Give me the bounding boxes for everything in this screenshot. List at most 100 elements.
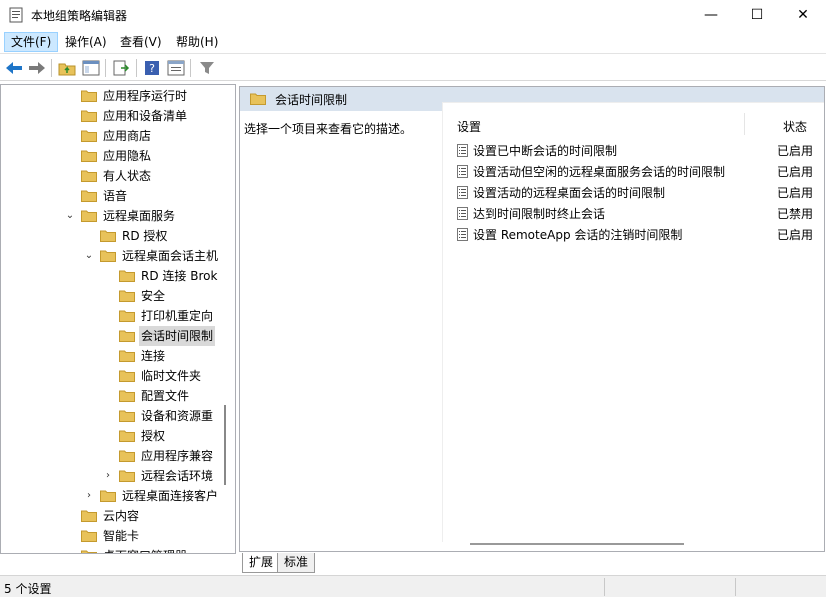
detail-header-title: 会话时间限制 <box>275 93 348 107</box>
menu-action[interactable]: 操作(A) <box>59 32 113 52</box>
policy-name: 设置 RemoteApp 会话的注销时间限制 <box>473 228 683 242</box>
properties-button[interactable] <box>166 58 186 78</box>
folder-icon <box>119 270 135 282</box>
minimize-button[interactable]: — <box>688 0 734 30</box>
status-bar: 5 个设置 <box>0 575 826 597</box>
tree-node[interactable]: 有人状态 <box>1 166 235 186</box>
folder-icon <box>119 330 135 342</box>
tab-standard[interactable]: 标准 <box>277 553 316 573</box>
tree-node[interactable]: ⌄ 远程桌面会话主机 <box>1 246 235 266</box>
collapse-arrow-icon[interactable]: › <box>65 546 75 553</box>
help-icon: ? <box>145 61 159 75</box>
maximize-button[interactable]: ☐ <box>734 0 780 30</box>
tree-node-label: 远程会话环境 <box>141 469 214 483</box>
window-title: 本地组策略编辑器 <box>31 9 128 23</box>
tree-node-label: 授权 <box>141 429 166 443</box>
tree-node[interactable]: 会话时间限制 <box>1 326 235 346</box>
folder-icon <box>100 230 116 242</box>
menu-help[interactable]: 帮助(H) <box>170 32 224 52</box>
tree-node[interactable]: 语音 <box>1 186 235 206</box>
tree-pane[interactable]: 应用程序运行时 应用和设备清单应用商店应用隐私有人状态语音 ⌄ 远程桌面服务 RD 授权… <box>0 84 236 554</box>
policy-row[interactable]: 设置活动但空闲的远程桌面服务会话的时间限制 已启用 <box>443 161 824 182</box>
up-folder-button[interactable] <box>57 58 77 78</box>
tree-vertical-scrollbar[interactable] <box>224 405 226 485</box>
title-bar: 本地组策略编辑器 — ☐ ✕ <box>0 0 826 30</box>
policy-row[interactable]: 设置已中断会话的时间限制 已启用 <box>443 140 824 161</box>
help-button[interactable]: ? <box>142 58 162 78</box>
tree-node[interactable]: › 远程桌面连接客户 <box>1 486 235 506</box>
tree-node[interactable]: 设备和资源重 <box>1 406 235 426</box>
policy-row[interactable]: 设置 RemoteApp 会话的注销时间限制 已启用 <box>443 224 824 245</box>
column-header-setting[interactable]: 设置 <box>457 118 481 135</box>
back-button[interactable] <box>4 58 24 78</box>
folder-icon <box>81 90 97 102</box>
tree-node-label: 应用商店 <box>103 129 152 143</box>
tree-node[interactable]: 临时文件夹 <box>1 366 235 386</box>
policy-state: 已启用 <box>777 186 814 200</box>
menu-file[interactable]: 文件(F) <box>4 32 59 52</box>
show-hide-tree-icon <box>82 60 100 76</box>
menu-view[interactable]: 查看(V) <box>114 32 168 52</box>
folder-icon <box>119 470 135 482</box>
folder-icon <box>81 510 97 522</box>
tree-node[interactable]: 云内容 <box>1 506 235 526</box>
tree-node-label: 应用隐私 <box>103 149 152 163</box>
back-icon <box>6 62 22 74</box>
expand-arrow-icon[interactable]: ⌄ <box>84 246 94 266</box>
tree-node[interactable]: 应用隐私 <box>1 146 235 166</box>
folder-icon <box>81 550 97 553</box>
tree-node[interactable]: 授权 <box>1 426 235 446</box>
forward-button[interactable] <box>27 58 47 78</box>
tree-node-label: 有人状态 <box>103 169 152 183</box>
folder-icon <box>119 450 135 462</box>
horizontal-scrollbar[interactable] <box>470 543 684 545</box>
folder-icon <box>81 150 97 162</box>
folder-icon <box>81 190 97 202</box>
show-hide-tree-button[interactable] <box>81 58 101 78</box>
tree-node[interactable]: › 远程会话环境 <box>1 466 235 486</box>
policy-row[interactable]: 达到时间限制时终止会话 已禁用 <box>443 203 824 224</box>
policy-name: 设置活动但空闲的远程桌面服务会话的时间限制 <box>473 165 726 179</box>
tree-node[interactable]: 配置文件 <box>1 386 235 406</box>
tree-node-label: RD 连接 Brok <box>141 269 218 283</box>
policy-row[interactable]: 设置活动的远程桌面会话的时间限制 已启用 <box>443 182 824 203</box>
folder-icon <box>119 350 135 362</box>
view-tabs: 扩展 标准 <box>240 553 440 574</box>
tree-node[interactable]: 应用程序兼容 <box>1 446 235 466</box>
column-header-state[interactable]: 状态 <box>783 118 807 135</box>
minimize-icon: — <box>704 7 718 23</box>
policy-setting-icon <box>457 228 468 241</box>
tree-node[interactable]: 打印机重定向 <box>1 306 235 326</box>
tree-node[interactable]: RD 连接 Brok <box>1 266 235 286</box>
tree-node[interactable]: 应用程序运行时 <box>1 86 235 106</box>
collapse-arrow-icon[interactable]: › <box>84 486 94 506</box>
svg-text:?: ? <box>149 62 155 75</box>
tree-node[interactable]: ⌄ 远程桌面服务 <box>1 206 235 226</box>
tree-node-label: 云内容 <box>103 509 140 523</box>
close-icon: ✕ <box>797 7 809 23</box>
tree-node-label: 临时文件夹 <box>141 369 202 383</box>
folder-icon <box>119 390 135 402</box>
tab-extended[interactable]: 扩展 <box>242 553 281 573</box>
tree-node-label: 配置文件 <box>141 389 190 403</box>
tree-node[interactable]: 连接 <box>1 346 235 366</box>
tree-node[interactable]: RD 授权 <box>1 226 235 246</box>
tree-node[interactable]: 应用和设备清单 <box>1 106 235 126</box>
filter-button[interactable] <box>197 58 217 78</box>
tree-node[interactable]: 应用商店 <box>1 126 235 146</box>
tree-node-label: 应用程序兼容 <box>141 449 214 463</box>
policy-state: 已启用 <box>777 228 814 242</box>
settings-list: 设置 状态 设置已中断会话的时间限制 已启用 设置活动但空闲的远程桌面服务会话的时间… <box>442 102 824 545</box>
expand-arrow-icon[interactable]: ⌄ <box>65 206 75 226</box>
tree-node[interactable]: › 桌面窗口管理器 <box>1 546 235 553</box>
export-list-button[interactable] <box>111 58 131 78</box>
tree-node[interactable]: 智能卡 <box>1 526 235 546</box>
forward-icon <box>29 62 45 74</box>
tree-node-label: 连接 <box>141 349 166 363</box>
collapse-arrow-icon[interactable]: › <box>103 466 113 486</box>
properties-icon <box>167 60 185 76</box>
folder-icon <box>250 93 266 105</box>
up-folder-icon <box>58 63 76 76</box>
tree-node[interactable]: 安全 <box>1 286 235 306</box>
close-button[interactable]: ✕ <box>780 0 826 30</box>
